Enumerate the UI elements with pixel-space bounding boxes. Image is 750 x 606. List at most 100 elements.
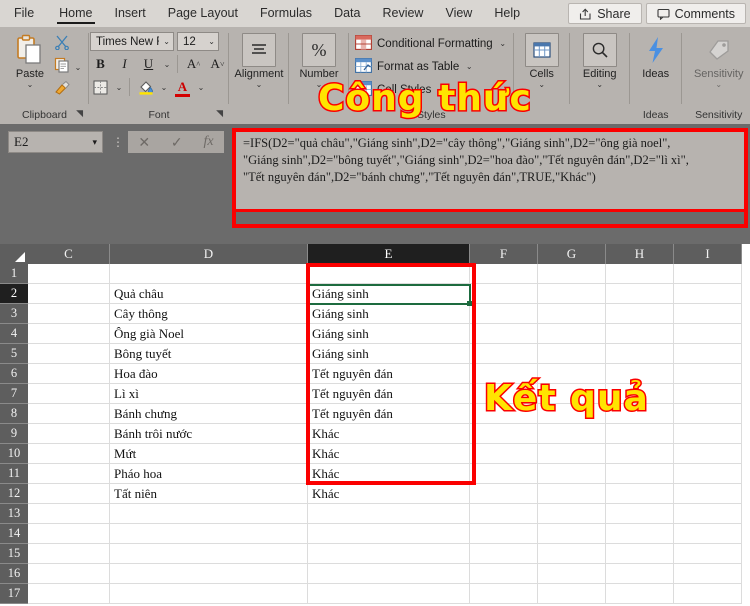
- font-dialog-launcher-icon[interactable]: ◥: [216, 105, 223, 122]
- cell-E11[interactable]: Khác: [308, 464, 470, 484]
- cell-C17[interactable]: [28, 584, 110, 604]
- italic-button[interactable]: I: [114, 54, 135, 74]
- tab-help[interactable]: Help: [483, 0, 531, 27]
- cut-button[interactable]: [54, 34, 83, 54]
- column-header-I[interactable]: I: [674, 244, 742, 264]
- tab-formulas[interactable]: Formulas: [249, 0, 323, 27]
- cell-D4[interactable]: Ông già Noel: [110, 324, 308, 344]
- cell-F11[interactable]: [470, 464, 538, 484]
- cell-F9[interactable]: [470, 424, 538, 444]
- column-header-H[interactable]: H: [606, 244, 674, 264]
- cell-C8[interactable]: [28, 404, 110, 424]
- cell-I5[interactable]: [674, 344, 742, 364]
- cell-D7[interactable]: Lì xì: [110, 384, 308, 404]
- row-header-13[interactable]: 13: [0, 504, 28, 524]
- row-header-4[interactable]: 4: [0, 324, 28, 344]
- cell-F16[interactable]: [470, 564, 538, 584]
- cell-F7[interactable]: [470, 384, 538, 404]
- cell-F3[interactable]: [470, 304, 538, 324]
- borders-chevron-down-icon[interactable]: ⌄: [114, 83, 124, 92]
- cell-F6[interactable]: [470, 364, 538, 384]
- name-box-chevron-down-icon[interactable]: ▾: [92, 137, 97, 148]
- clipboard-dialog-launcher-icon[interactable]: ◥: [76, 105, 83, 122]
- cell-E14[interactable]: [308, 524, 470, 544]
- cell-F13[interactable]: [470, 504, 538, 524]
- cell-E13[interactable]: [308, 504, 470, 524]
- cell-G13[interactable]: [538, 504, 606, 524]
- select-all-button[interactable]: [0, 244, 28, 264]
- tab-data[interactable]: Data: [323, 0, 371, 27]
- cell-E9[interactable]: Khác: [308, 424, 470, 444]
- cell-E8[interactable]: Tết nguyên đán: [308, 404, 470, 424]
- cell-I2[interactable]: [674, 284, 742, 304]
- tab-view[interactable]: View: [434, 0, 483, 27]
- cell-C3[interactable]: [28, 304, 110, 324]
- conditional-formatting-button[interactable]: Conditional Formatting ⌄: [355, 33, 508, 54]
- cell-I3[interactable]: [674, 304, 742, 324]
- format-as-table-button[interactable]: Format as Table ⌄: [355, 56, 474, 77]
- cell-C9[interactable]: [28, 424, 110, 444]
- row-header-7[interactable]: 7: [0, 384, 28, 404]
- cell-F17[interactable]: [470, 584, 538, 604]
- cell-H13[interactable]: [606, 504, 674, 524]
- share-button[interactable]: Share: [568, 3, 642, 24]
- cell-G12[interactable]: [538, 484, 606, 504]
- paste-chevron-down-icon[interactable]: ⌄: [27, 81, 34, 89]
- row-header-8[interactable]: 8: [0, 404, 28, 424]
- cell-G14[interactable]: [538, 524, 606, 544]
- cell-D5[interactable]: Bông tuyết: [110, 344, 308, 364]
- cell-H12[interactable]: [606, 484, 674, 504]
- column-header-F[interactable]: F: [470, 244, 538, 264]
- cell-F2[interactable]: [470, 284, 538, 304]
- cell-D10[interactable]: Mứt: [110, 444, 308, 464]
- cell-I12[interactable]: [674, 484, 742, 504]
- underline-chevron-down-icon[interactable]: ⌄: [162, 60, 172, 69]
- confirm-formula-icon[interactable]: ✓: [171, 134, 183, 151]
- cell-F4[interactable]: [470, 324, 538, 344]
- cell-F15[interactable]: [470, 544, 538, 564]
- cell-H4[interactable]: [606, 324, 674, 344]
- cell-I1[interactable]: [674, 264, 742, 284]
- cell-E6[interactable]: Tết nguyên đán: [308, 364, 470, 384]
- cell-G15[interactable]: [538, 544, 606, 564]
- cell-E4[interactable]: Giáng sinh: [308, 324, 470, 344]
- cell-G16[interactable]: [538, 564, 606, 584]
- cell-H6[interactable]: [606, 364, 674, 384]
- cell-H10[interactable]: [606, 444, 674, 464]
- cell-E7[interactable]: Tết nguyên đán: [308, 384, 470, 404]
- cells-chevron-down-icon[interactable]: ⌄: [538, 81, 545, 89]
- cell-I13[interactable]: [674, 504, 742, 524]
- sensitivity-button[interactable]: Sensitivity ⌄: [688, 31, 750, 89]
- cell-G6[interactable]: [538, 364, 606, 384]
- cell-G4[interactable]: [538, 324, 606, 344]
- cell-H16[interactable]: [606, 564, 674, 584]
- cell-H14[interactable]: [606, 524, 674, 544]
- cell-D6[interactable]: Hoa đào: [110, 364, 308, 384]
- cell-I17[interactable]: [674, 584, 742, 604]
- cell-I7[interactable]: [674, 384, 742, 404]
- font-name-combo[interactable]: Times New Rc ⌄: [90, 32, 174, 51]
- cell-I8[interactable]: [674, 404, 742, 424]
- cell-C13[interactable]: [28, 504, 110, 524]
- editing-chevron-down-icon[interactable]: ⌄: [596, 81, 603, 89]
- cell-G9[interactable]: [538, 424, 606, 444]
- column-header-G[interactable]: G: [538, 244, 606, 264]
- bold-button[interactable]: B: [90, 54, 111, 74]
- fill-color-button[interactable]: [135, 77, 156, 97]
- cell-D2[interactable]: Quả châu: [110, 284, 308, 304]
- formula-input[interactable]: =IFS(D2="quả châu","Giáng sinh",D2="cây …: [232, 128, 748, 212]
- row-header-17[interactable]: 17: [0, 584, 28, 604]
- cell-I6[interactable]: [674, 364, 742, 384]
- borders-button[interactable]: [90, 77, 111, 97]
- cell-G8[interactable]: [538, 404, 606, 424]
- cell-G5[interactable]: [538, 344, 606, 364]
- cell-styles-button[interactable]: Cell Styles ⌄: [355, 79, 446, 100]
- cell-D17[interactable]: [110, 584, 308, 604]
- cell-C15[interactable]: [28, 544, 110, 564]
- row-header-5[interactable]: 5: [0, 344, 28, 364]
- row-header-3[interactable]: 3: [0, 304, 28, 324]
- cell-C11[interactable]: [28, 464, 110, 484]
- cell-C10[interactable]: [28, 444, 110, 464]
- cell-E10[interactable]: Khác: [308, 444, 470, 464]
- alignment-button[interactable]: Alignment ⌄: [235, 31, 283, 89]
